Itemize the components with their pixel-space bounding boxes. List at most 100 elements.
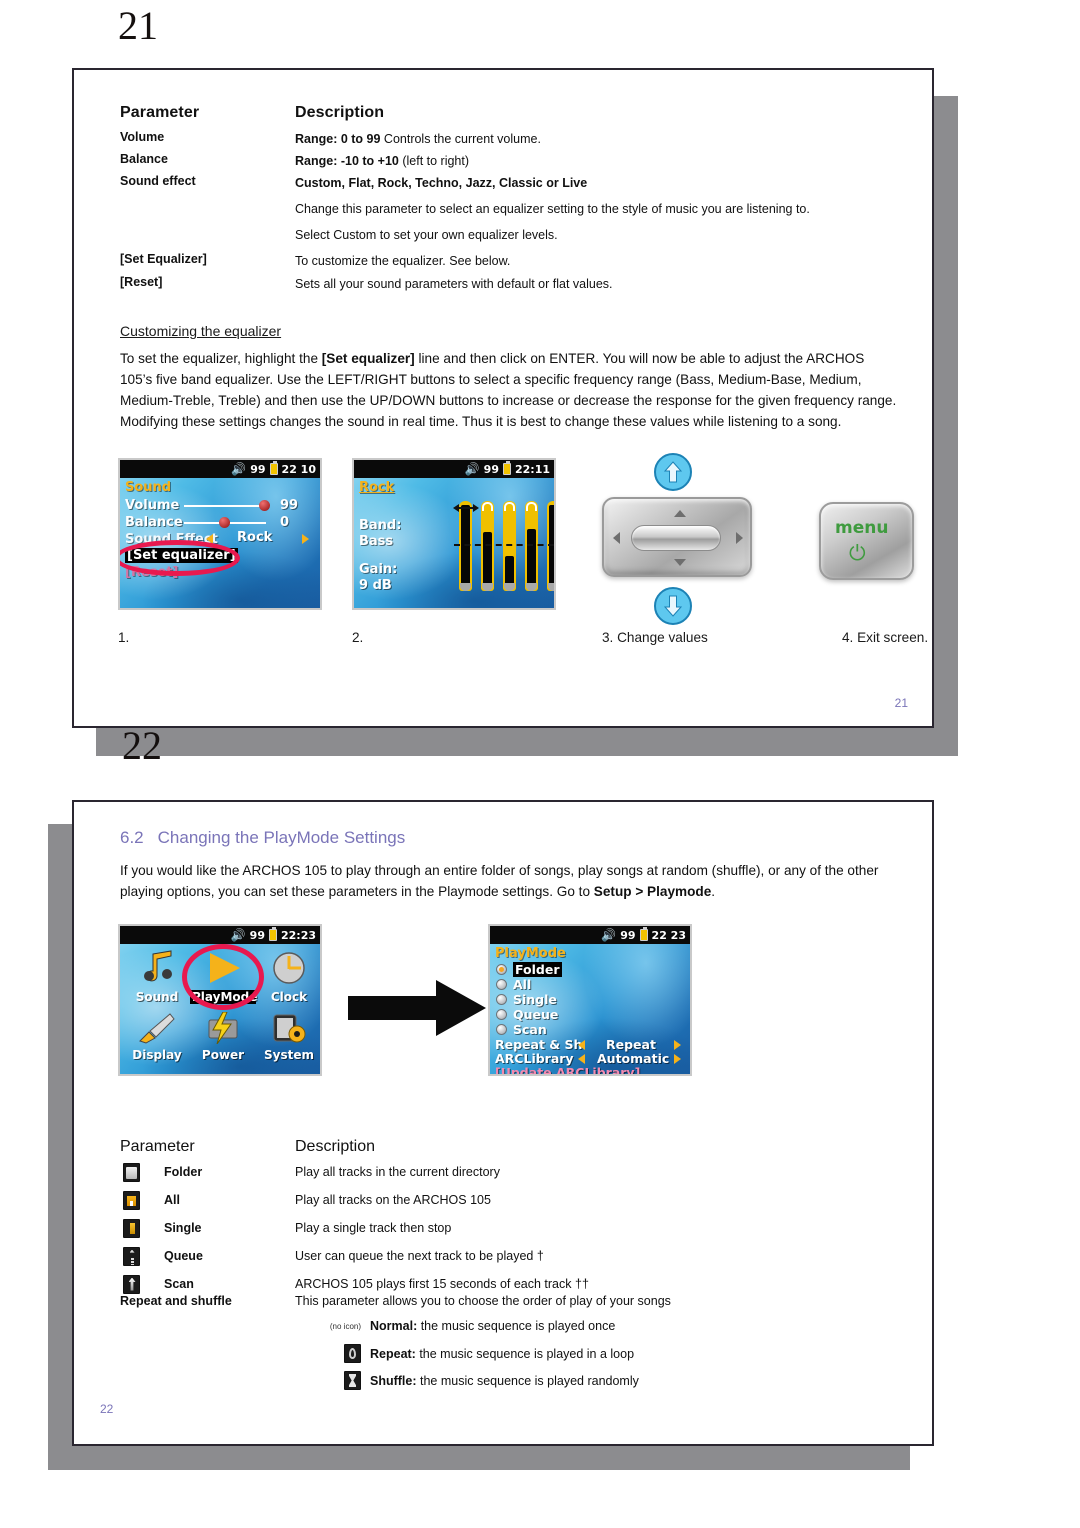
column-header-description: Description bbox=[295, 104, 385, 121]
option-scan[interactable]: Scan bbox=[513, 1022, 547, 1037]
menu-value-volume: 99 bbox=[280, 498, 299, 513]
screen-title-playmode: PlayMode bbox=[495, 946, 566, 961]
eq-band-treble[interactable] bbox=[547, 501, 554, 591]
screen-title-sound: Sound bbox=[125, 480, 172, 495]
folder-icon bbox=[120, 1162, 142, 1182]
desc-balance: Range: -10 to +10 (left to right) bbox=[295, 152, 890, 171]
eq-band-medium[interactable] bbox=[503, 501, 516, 591]
table-row: Balance Range: -10 to +10 (left to right… bbox=[120, 152, 890, 171]
nav-up-icon[interactable] bbox=[674, 510, 686, 517]
menu-value-sound-effect: Rock bbox=[237, 530, 273, 545]
device-screen-equalizer: 🔊 99 22:11 Rock Band: Bass Gain: 9 dB bbox=[352, 458, 556, 610]
up-arrow-icon bbox=[654, 453, 692, 491]
status-bar: 🔊 99 22 10 bbox=[120, 460, 320, 478]
column-header-parameter: Parameter bbox=[120, 1138, 195, 1155]
option-single[interactable]: Single bbox=[513, 992, 557, 1007]
section-title: Changing the PlayMode Settings bbox=[157, 828, 406, 847]
eq-band-medium-treble[interactable] bbox=[525, 501, 538, 591]
eq-band-cap bbox=[526, 583, 537, 591]
setup-item-sound[interactable]: Sound bbox=[126, 950, 188, 1004]
right-arrow-icon[interactable] bbox=[674, 1054, 681, 1064]
normal-bold: Normal: bbox=[370, 1319, 418, 1333]
setup-label-sound: Sound bbox=[135, 990, 179, 1004]
highlight-oval bbox=[182, 944, 264, 1010]
paintbrush-icon bbox=[139, 1013, 175, 1044]
repeat-shuffle-item-shuffle: Shuffle: the music sequence is played ra… bbox=[325, 1371, 639, 1390]
setup-item-power[interactable]: Power bbox=[190, 1011, 256, 1062]
right-arrow-icon[interactable] bbox=[674, 1040, 681, 1050]
balance-slider-knob[interactable] bbox=[219, 517, 230, 528]
eq-band-medium-bass[interactable] bbox=[481, 501, 494, 591]
radio-queue[interactable] bbox=[496, 1009, 507, 1020]
table-row: Single Play a single track then stop bbox=[120, 1216, 890, 1240]
system-gear-icon bbox=[273, 1014, 306, 1043]
shuffle-icon-slot bbox=[325, 1371, 361, 1390]
value-band: Bass bbox=[359, 534, 394, 549]
speaker-icon: 🔊 bbox=[231, 462, 247, 476]
speaker-icon: 🔊 bbox=[601, 928, 617, 942]
setup-label-display: Display bbox=[132, 1048, 182, 1062]
eq-band-bass[interactable] bbox=[459, 501, 472, 591]
volume-slider-track[interactable] bbox=[184, 505, 266, 507]
setup-item-clock[interactable]: Clock bbox=[260, 950, 318, 1004]
sound-parameter-table: Parameter Description Volume Range: 0 to… bbox=[120, 104, 890, 297]
customizing-equalizer-body: To set the equalizer, highlight the [Set… bbox=[120, 348, 900, 432]
enter-button[interactable] bbox=[631, 525, 721, 551]
param-set-equalizer: [Set Equalizer] bbox=[120, 252, 207, 266]
param-scan: Scan bbox=[164, 1277, 194, 1291]
status-volume: 99 bbox=[483, 462, 499, 476]
page-21-marker: 21 bbox=[118, 3, 158, 48]
no-icon: (no icon) bbox=[329, 1321, 361, 1331]
footer-page-number: 22 bbox=[100, 1402, 114, 1416]
setup-item-system[interactable]: System bbox=[260, 1012, 318, 1062]
left-arrow-icon[interactable] bbox=[578, 1040, 585, 1050]
eq-band-head bbox=[504, 502, 515, 511]
caption-step-3: 3. Change values bbox=[602, 630, 708, 645]
navigation-pad[interactable] bbox=[602, 497, 752, 577]
nav-right-icon[interactable] bbox=[736, 532, 743, 544]
desc-scan: ARCHOS 105 plays first 15 seconds of eac… bbox=[295, 1277, 589, 1291]
eq-band-cap bbox=[460, 583, 471, 591]
left-arrow-icon[interactable] bbox=[578, 1054, 585, 1064]
option-all[interactable]: All bbox=[513, 977, 531, 992]
desc-repeat-and-shuffle: This parameter allows you to choose the … bbox=[295, 1294, 671, 1308]
page-21-sheet: Parameter Description Volume Range: 0 to… bbox=[72, 68, 934, 728]
desc-sound-effect-note-1: Change this parameter to select an equal… bbox=[295, 202, 810, 216]
desc-balance-bold: Range: -10 to +10 bbox=[295, 154, 399, 168]
right-arrow-icon[interactable] bbox=[302, 534, 309, 544]
label-repeat-shuffle: Repeat & Sh bbox=[495, 1037, 583, 1052]
section-heading: 6.2 Changing the PlayMode Settings bbox=[120, 828, 405, 848]
option-queue[interactable]: Queue bbox=[513, 1007, 558, 1022]
device-screen-sound: 🔊 99 22 10 Sound Volume 99 Balance 0 Sou… bbox=[118, 458, 322, 610]
table-row: Scan ARCHOS 105 plays first 15 seconds o… bbox=[120, 1272, 890, 1296]
option-folder[interactable]: Folder bbox=[513, 962, 562, 977]
repeat-bold: Repeat: bbox=[370, 1346, 416, 1361]
radio-scan[interactable] bbox=[496, 1024, 507, 1035]
speaker-icon: 🔊 bbox=[464, 462, 480, 476]
param-single: Single bbox=[164, 1221, 202, 1235]
nav-left-icon[interactable] bbox=[613, 532, 620, 544]
volume-slider-knob[interactable] bbox=[259, 500, 270, 511]
setup-label-power: Power bbox=[201, 1048, 245, 1062]
menu-power-button[interactable]: menu ⏻ bbox=[819, 502, 914, 580]
body-part-1: To set the equalizer, highlight the bbox=[120, 351, 322, 366]
menu-item-update-arclibrary[interactable]: [Update ARCLibrary] bbox=[495, 1065, 640, 1074]
radio-folder[interactable] bbox=[496, 964, 507, 975]
eq-band-fill bbox=[505, 556, 514, 584]
page-22-sheet: 6.2 Changing the PlayMode Settings If you… bbox=[72, 800, 934, 1446]
status-time: 22:11 bbox=[514, 462, 550, 476]
nav-down-icon[interactable] bbox=[674, 559, 686, 566]
power-icon: ⏻ bbox=[849, 542, 866, 565]
flow-arrow-icon bbox=[348, 980, 486, 1036]
desc-sound-effect-bold: Custom, Flat, Rock, Techno, Jazz, Classi… bbox=[295, 176, 588, 190]
setup-item-display[interactable]: Display bbox=[126, 1012, 188, 1062]
radio-single[interactable] bbox=[496, 994, 507, 1005]
eq-band-cap bbox=[482, 583, 493, 591]
radio-all[interactable] bbox=[496, 979, 507, 990]
param-all: All bbox=[164, 1193, 180, 1207]
eq-band-head bbox=[526, 502, 537, 511]
intro-bold-setup-playmode: Setup > Playmode bbox=[593, 884, 712, 900]
param-queue: Queue bbox=[164, 1249, 203, 1263]
caption-step-1: 1. bbox=[118, 630, 130, 645]
setup-label-system: System bbox=[264, 1048, 314, 1062]
